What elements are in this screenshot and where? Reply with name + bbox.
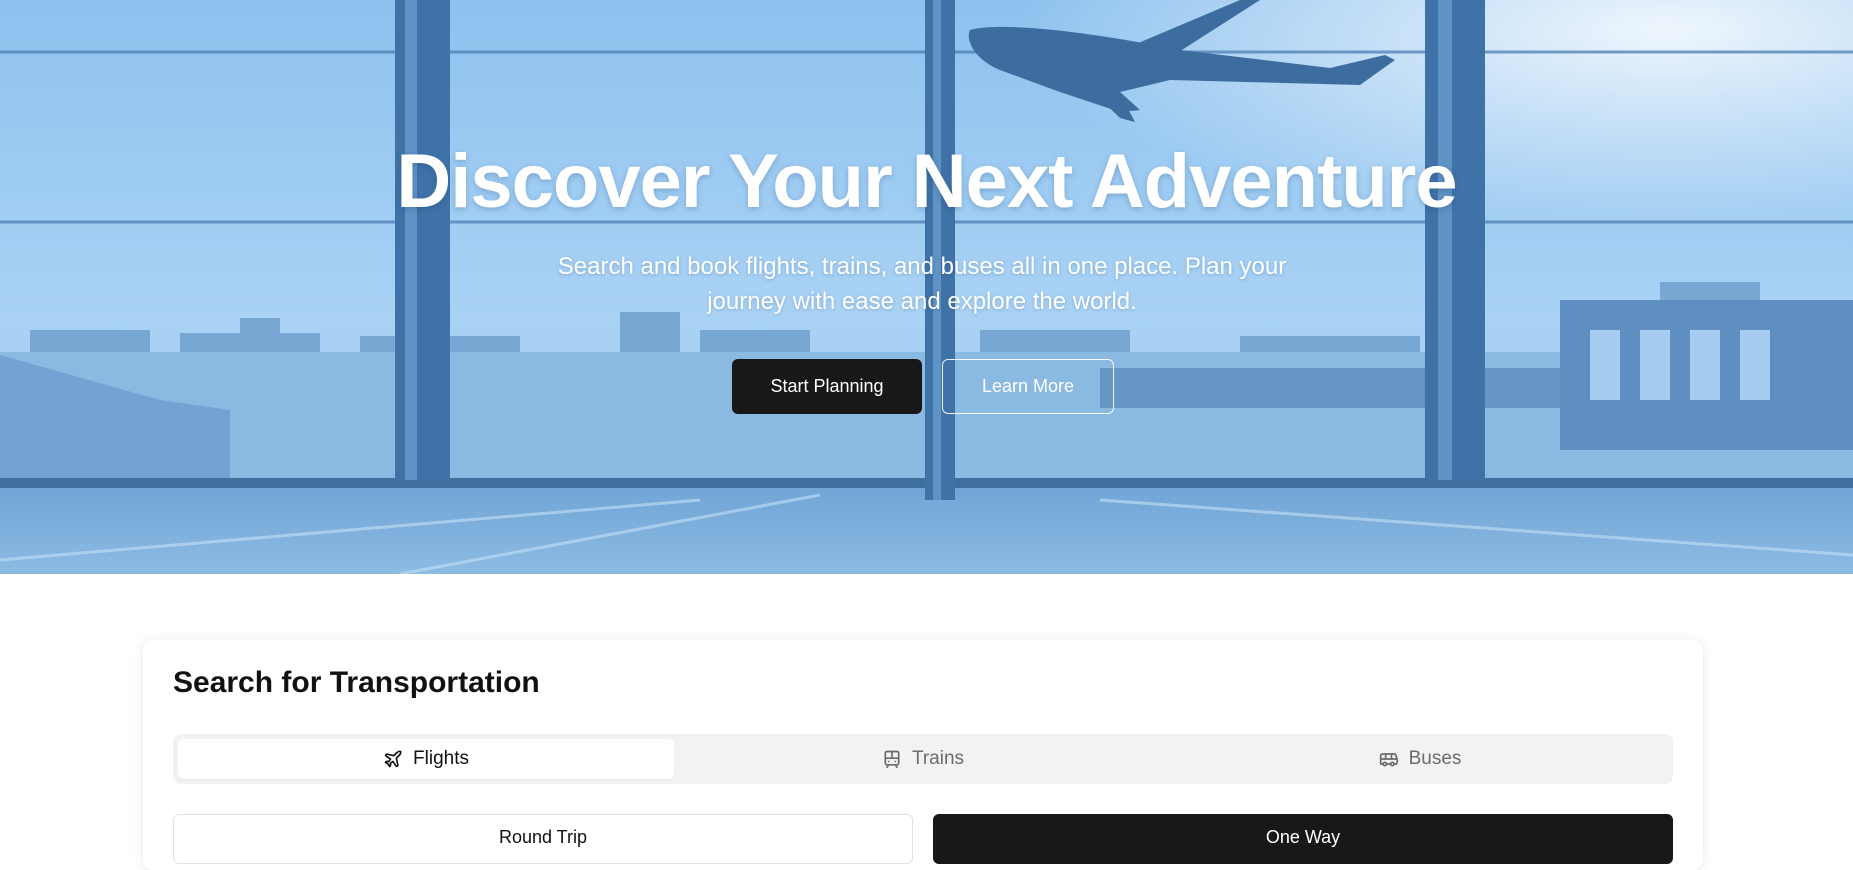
- plane-icon: [383, 749, 403, 769]
- tab-buses-label: Buses: [1408, 748, 1462, 769]
- bus-icon: [1379, 749, 1399, 769]
- start-planning-button[interactable]: Start Planning: [732, 359, 922, 414]
- search-card-title: Search for Transportation: [173, 666, 540, 699]
- one-way-button[interactable]: One Way: [933, 814, 1673, 864]
- tab-trains[interactable]: Trains: [675, 739, 1171, 779]
- hero-subtitle: Search and book flights, trains, and bus…: [557, 253, 1287, 315]
- round-trip-button[interactable]: Round Trip: [173, 814, 913, 864]
- tab-flights[interactable]: Flights: [178, 739, 674, 779]
- train-icon: [882, 749, 902, 769]
- hero-section: Discover Your Next Adventure Search and …: [0, 0, 1853, 574]
- hero-title: Discover Your Next Adventure: [396, 139, 1457, 224]
- hero-content: Discover Your Next Adventure Search and …: [0, 0, 1853, 574]
- tab-flights-label: Flights: [413, 748, 469, 769]
- trip-type-selector: Round Trip One Way: [173, 814, 1673, 864]
- learn-more-button[interactable]: Learn More: [942, 359, 1114, 414]
- search-card: Search for Transportation Flights Trains…: [143, 640, 1703, 870]
- transport-tabs: Flights Trains Buses: [173, 734, 1673, 784]
- tab-buses[interactable]: Buses: [1172, 739, 1668, 779]
- tab-trains-label: Trains: [911, 748, 965, 769]
